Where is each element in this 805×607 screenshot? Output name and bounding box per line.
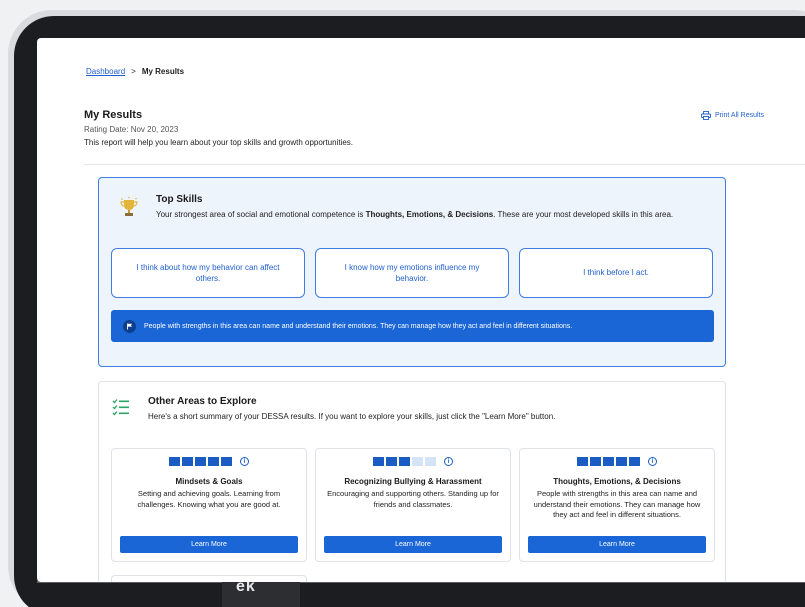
learn-more-button[interactable]: Learn More — [528, 536, 706, 553]
learn-more-button[interactable]: Learn More — [120, 536, 298, 553]
level-bar-segment — [169, 457, 180, 466]
intro-text: This report will help you learn about yo… — [84, 138, 354, 147]
flag-icon — [123, 319, 136, 333]
area-card: i Recognizing Bullying & Harassment Enco… — [315, 448, 511, 562]
top-skills-banner-text: People with strengths in this area can n… — [144, 322, 573, 330]
printer-icon — [701, 111, 711, 120]
print-all-results-button[interactable]: Print All Results — [701, 111, 764, 120]
top-skills-description: Your strongest area of social and emotio… — [156, 210, 673, 219]
area-card-title: Recognizing Bullying & Harassment — [344, 477, 482, 486]
info-icon[interactable]: i — [240, 457, 249, 466]
top-skill-item: I think before I act. — [519, 248, 713, 298]
level-bar-segment — [399, 457, 410, 466]
header-divider — [84, 164, 805, 165]
level-bar-segment — [425, 457, 436, 466]
level-bar-segment — [577, 457, 588, 466]
area-card-description: Setting and achieving goals. Learning fr… — [137, 489, 281, 509]
level-bar-segment — [182, 457, 193, 466]
level-bar-segment — [195, 457, 206, 466]
info-icon[interactable]: i — [444, 457, 453, 466]
top-skill-item: I think about how my behavior can affect… — [111, 248, 305, 298]
other-areas-description: Here's a short summary of your DESSA res… — [148, 412, 556, 421]
breadcrumb-current: My Results — [141, 67, 185, 76]
checklist-icon — [112, 399, 129, 416]
other-areas-card: Other Areas to Explore Here's a short su… — [98, 381, 726, 582]
level-bar-segment — [221, 457, 232, 466]
breadcrumb-separator: > — [131, 67, 136, 76]
area-card-title: Mindsets & Goals — [175, 477, 243, 486]
area-card-description: Encouraging and supporting others. Stand… — [327, 489, 499, 509]
top-skills-desc-prefix: Your strongest area of social and emotio… — [156, 210, 366, 219]
results-header: My Results Rating Date: Nov 20, 2023 Thi… — [84, 109, 764, 147]
area-card: i Thoughts, Emotions, & Decisions People… — [519, 448, 715, 562]
level-meter: i — [316, 457, 510, 466]
device-sticker: ek — [222, 578, 300, 607]
level-bar-segment — [590, 457, 601, 466]
info-icon[interactable]: i — [648, 457, 657, 466]
page-title: My Results — [84, 109, 143, 121]
trophy-icon — [120, 196, 138, 216]
area-card-description: People with strengths in this area can n… — [533, 489, 701, 519]
breadcrumb-dashboard-link[interactable]: Dashboard — [86, 67, 125, 76]
top-skills-card: Top Skills Your strongest area of social… — [98, 177, 726, 367]
print-all-results-label: Print All Results — [714, 112, 764, 119]
area-card-title: Thoughts, Emotions, & Decisions — [553, 477, 681, 486]
level-meter: i — [112, 457, 306, 466]
area-card: i Mindsets & Goals Setting and achieving… — [111, 448, 307, 562]
area-card-partial — [111, 575, 307, 582]
level-bar-segment — [412, 457, 423, 466]
level-bar-segment — [373, 457, 384, 466]
rating-date: Rating Date: Nov 20, 2023 — [84, 125, 179, 134]
top-skills-desc-suffix: . These are your most developed skills i… — [493, 210, 674, 219]
level-bar-segment — [629, 457, 640, 466]
top-skills-banner: People with strengths in this area can n… — [111, 310, 714, 342]
level-bar-segment — [208, 457, 219, 466]
app-screen: Dashboard > My Results My Results Rating… — [37, 38, 805, 582]
top-skills-title: Top Skills — [156, 194, 203, 205]
level-bar-segment — [386, 457, 397, 466]
breadcrumb: Dashboard > My Results — [86, 67, 184, 76]
level-bar-segment — [603, 457, 614, 466]
top-skill-item: I know how my emotions influence my beha… — [315, 248, 509, 298]
other-areas-title: Other Areas to Explore — [148, 396, 257, 407]
top-skills-area-name: Thoughts, Emotions, & Decisions — [365, 210, 494, 219]
level-bar-segment — [616, 457, 627, 466]
learn-more-button[interactable]: Learn More — [324, 536, 502, 553]
level-meter: i — [520, 457, 714, 466]
